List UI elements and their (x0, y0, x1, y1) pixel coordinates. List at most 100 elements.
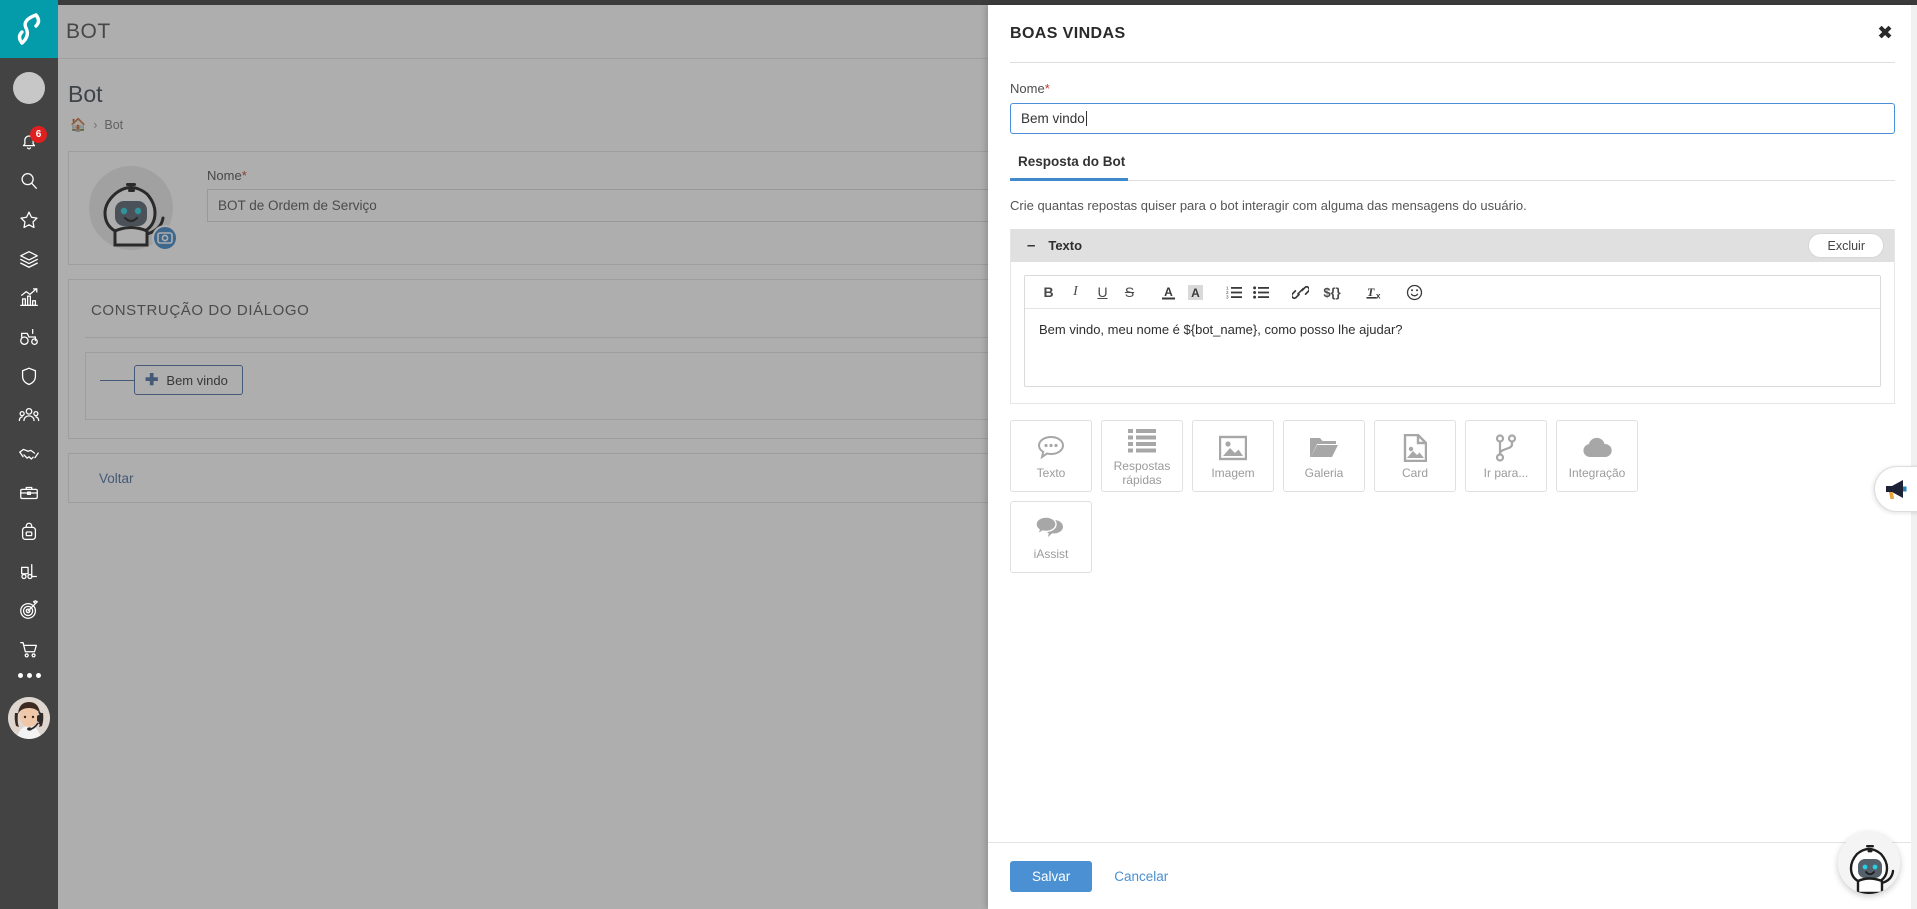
cancel-button[interactable]: Cancelar (1114, 869, 1168, 884)
modal-tabs: Resposta do Bot (1010, 154, 1895, 181)
sidebar-item-logistics[interactable] (0, 551, 58, 590)
svg-text:T: T (1367, 285, 1375, 299)
tab-row: Resposta do Bot (1010, 154, 1895, 180)
people-group-icon (18, 407, 40, 421)
close-icon[interactable]: ✖ (1875, 20, 1895, 47)
svg-text:A: A (1191, 286, 1200, 300)
emoji-icon[interactable] (1402, 280, 1427, 305)
welcome-modal-panel: BOAS VINDAS ✖ Nome* Bem vindo Resposta d… (988, 5, 1917, 909)
sidebar-item-briefcase[interactable] (0, 473, 58, 512)
strikethrough-icon[interactable]: S (1117, 280, 1142, 305)
bold-icon[interactable]: B (1036, 280, 1061, 305)
response-type-imagem[interactable]: Imagem (1192, 420, 1274, 492)
screen-root: BOT Bot 🏠 › Bot Nome* BOT de Ordem de Se… (0, 0, 1917, 909)
save-button[interactable]: Salvar (1010, 860, 1093, 892)
tab-resposta-do-bot[interactable]: Resposta do Bot (1010, 154, 1133, 180)
sidebar-item-goals[interactable] (0, 590, 58, 629)
sidebar-item-people[interactable] (0, 395, 58, 434)
modal-footer: Salvar Cancelar (988, 842, 1917, 909)
response-type-integracao[interactable]: Integração (1556, 420, 1638, 492)
response-type-label: Texto (1036, 465, 1066, 480)
response-type-label: Integração (1568, 465, 1626, 480)
modal-name-input[interactable]: Bem vindo (1010, 103, 1895, 134)
sidebar-item-partners[interactable] (0, 434, 58, 473)
variable-icon[interactable]: ${} (1315, 280, 1349, 305)
editor-text-area[interactable]: Bem vindo, meu nome é ${bot_name}, como … (1025, 309, 1880, 386)
sidebar-nav: 6 (0, 118, 58, 668)
editor-toolbar: B I U S A A 1 2 3 ${} T x (1025, 276, 1880, 309)
modal-title: BOAS VINDAS (1010, 24, 1126, 42)
editor-wrapper: B I U S A A 1 2 3 ${} T x Bem vindo, meu… (1011, 262, 1894, 403)
background-color-icon[interactable]: A (1183, 280, 1208, 305)
modal-name-label: Nome* (1010, 81, 1895, 96)
response-block-header-left: – Texto (1027, 238, 1082, 253)
underline-icon[interactable]: U (1090, 280, 1115, 305)
star-icon (20, 211, 38, 228)
delete-response-button[interactable]: Excluir (1808, 233, 1884, 258)
response-type-respostas-rapidas[interactable]: Respostas rápidas (1101, 420, 1183, 492)
speech-bubble-icon (1036, 433, 1066, 463)
minus-icon[interactable]: – (1027, 238, 1035, 253)
announcements-tab[interactable] (1874, 466, 1917, 512)
sidebar-item-search[interactable] (0, 161, 58, 200)
response-type-label: Ir para... (1483, 465, 1529, 480)
target-icon (20, 599, 38, 619)
response-type-label: Texto (1048, 238, 1083, 253)
italic-icon[interactable]: I (1063, 280, 1088, 305)
response-type-iassist[interactable]: iAssist (1010, 501, 1092, 573)
link-icon[interactable] (1288, 280, 1313, 305)
folder-icon (1309, 433, 1339, 463)
chart-growth-icon (20, 287, 38, 306)
sidebar-item-agriculture[interactable] (0, 317, 58, 356)
required-asterisk: * (1044, 81, 1050, 96)
forklift-icon (21, 563, 37, 579)
left-sidebar: 6 (0, 0, 58, 909)
sidebar-profile[interactable] (0, 58, 58, 118)
bot-assistant-widget[interactable] (1838, 832, 1900, 894)
tab-underline (1010, 180, 1895, 181)
response-type-label: Respostas rápidas (1113, 458, 1171, 487)
support-agent-avatar[interactable] (8, 697, 50, 739)
response-type-label: Card (1401, 465, 1428, 480)
response-type-grid: Texto Respostas rápidas Imagem Galeria C… (1010, 420, 1670, 573)
bot-assistant-icon (1838, 832, 1900, 894)
svg-text:x: x (1376, 291, 1381, 300)
sidebar-item-analytics[interactable] (0, 278, 58, 317)
clear-format-icon[interactable]: Tx (1363, 280, 1388, 305)
card-document-icon (1403, 433, 1427, 463)
response-type-label: Imagem (1211, 465, 1255, 480)
response-type-ir-para[interactable]: Ir para... (1465, 420, 1547, 492)
svg-text:3: 3 (1226, 294, 1229, 299)
cloud-icon (1582, 433, 1612, 463)
response-block-header: – Texto Excluir (1011, 229, 1894, 262)
sidebar-item-notifications[interactable]: 6 (0, 122, 58, 161)
text-color-icon[interactable]: A (1156, 280, 1181, 305)
response-type-label: Galeria (1304, 465, 1344, 480)
ordered-list-icon[interactable]: 123 (1222, 280, 1247, 305)
search-icon (21, 172, 37, 189)
branch-icon (1495, 433, 1517, 463)
handshake-icon (19, 448, 39, 460)
sidebar-item-layers[interactable] (0, 239, 58, 278)
rich-text-editor: B I U S A A 1 2 3 ${} T x Bem vindo, meu… (1024, 275, 1881, 387)
brand-logo[interactable] (0, 0, 58, 58)
sidebar-item-favorites[interactable] (0, 200, 58, 239)
sidebar-item-security[interactable] (0, 356, 58, 395)
modal-body: Nome* Bem vindo Resposta do Bot Crie qua… (988, 63, 1917, 842)
text-caret (1085, 111, 1087, 126)
page-scrollbar[interactable] (1911, 5, 1917, 909)
profile-avatar[interactable] (13, 72, 45, 104)
svg-text:A: A (1164, 285, 1173, 299)
layers-stack-icon (20, 250, 38, 268)
response-type-texto[interactable]: Texto (1010, 420, 1092, 492)
tractor-icon (20, 328, 38, 345)
more-dots-icon[interactable] (0, 655, 58, 695)
unordered-list-icon[interactable] (1249, 280, 1274, 305)
response-type-galeria[interactable]: Galeria (1283, 420, 1365, 492)
response-type-card[interactable]: Card (1374, 420, 1456, 492)
sidebar-item-backpack[interactable] (0, 512, 58, 551)
notification-badge: 6 (30, 126, 47, 143)
modal-header: BOAS VINDAS ✖ (988, 5, 1917, 62)
s-logo-icon (17, 13, 41, 45)
modal-name-label-text: Nome (1010, 81, 1045, 96)
